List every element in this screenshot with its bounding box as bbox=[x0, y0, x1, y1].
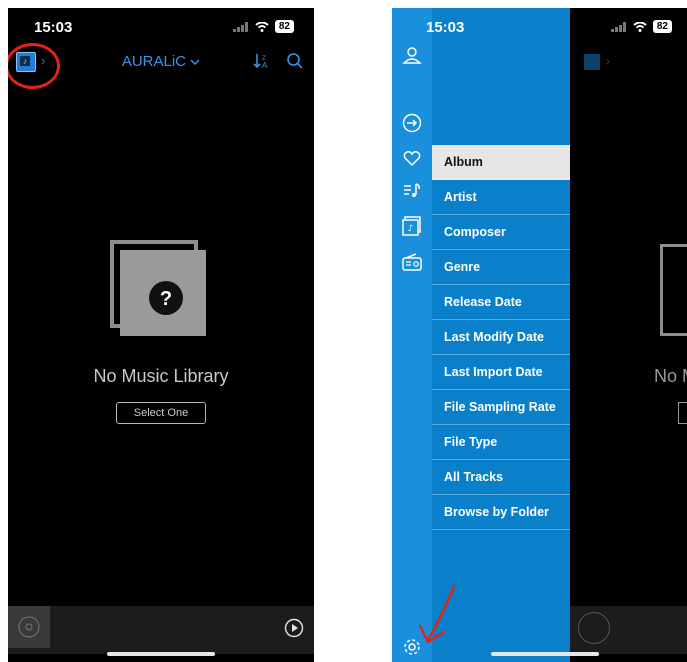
status-icons: 82 bbox=[232, 20, 294, 33]
play-icon[interactable] bbox=[284, 618, 304, 638]
nav-bar: ♪ › AURALiC A Z bbox=[8, 43, 314, 89]
battery-indicator: 82 bbox=[274, 20, 294, 33]
menu-item-browse-by-folder[interactable]: Browse by Folder bbox=[432, 495, 570, 530]
arrow-right-circle-icon[interactable] bbox=[401, 112, 423, 134]
svg-text:♪: ♪ bbox=[408, 224, 414, 234]
select-library-button[interactable]: Select One bbox=[116, 402, 206, 424]
heart-icon[interactable] bbox=[401, 147, 423, 169]
chevron-right-icon: › bbox=[606, 54, 610, 68]
battery-indicator: 82 bbox=[652, 20, 672, 33]
sort-icon[interactable]: A Z bbox=[252, 52, 270, 70]
mini-player bbox=[570, 606, 687, 654]
right-screen: › No M ♪ bbox=[392, 8, 687, 662]
sort-menu: Album Artist Composer Genre Release Date… bbox=[432, 145, 570, 530]
chevron-down-icon bbox=[190, 59, 200, 66]
menu-item-last-modify-date[interactable]: Last Modify Date bbox=[432, 320, 570, 355]
status-icons: 82 bbox=[610, 20, 672, 33]
annotation-arrow bbox=[418, 584, 456, 644]
signal-icon bbox=[610, 21, 626, 32]
left-screen: 15:03 82 ♪ › AURALiC A Z ? No Music Libr… bbox=[8, 8, 314, 662]
playlist-icon[interactable] bbox=[401, 180, 423, 202]
player-artwork bbox=[8, 606, 50, 648]
question-mark-icon: ? bbox=[149, 281, 183, 315]
status-bar: 15:03 82 bbox=[8, 8, 314, 38]
svg-text:?: ? bbox=[160, 288, 172, 310]
menu-item-all-tracks[interactable]: All Tracks bbox=[432, 460, 570, 495]
search-icon[interactable] bbox=[286, 52, 304, 70]
select-library-button bbox=[678, 402, 687, 424]
library-source-button bbox=[584, 54, 600, 70]
menu-item-genre[interactable]: Genre bbox=[432, 250, 570, 285]
menu-item-last-import-date[interactable]: Last Import Date bbox=[432, 355, 570, 390]
menu-item-artist[interactable]: Artist bbox=[432, 180, 570, 215]
mini-player[interactable] bbox=[8, 606, 314, 654]
wifi-icon bbox=[255, 21, 269, 32]
menu-item-album[interactable]: Album bbox=[432, 145, 570, 180]
status-time: 15:03 bbox=[34, 19, 73, 36]
background-screen: › No M bbox=[570, 8, 687, 662]
menu-item-file-type[interactable]: File Type bbox=[432, 425, 570, 460]
svg-text:A: A bbox=[262, 61, 268, 70]
menu-item-release-date[interactable]: Release Date bbox=[432, 285, 570, 320]
disc-icon bbox=[18, 616, 40, 638]
empty-library-art bbox=[660, 244, 687, 336]
empty-state-message: No M bbox=[654, 366, 687, 386]
signal-icon bbox=[232, 21, 248, 32]
home-indicator bbox=[107, 652, 215, 656]
wifi-icon bbox=[633, 21, 647, 32]
profile-icon[interactable] bbox=[401, 44, 423, 66]
empty-state-message: No Music Library bbox=[93, 366, 229, 386]
library-icon[interactable]: ♪ bbox=[401, 215, 423, 237]
svg-text:Z: Z bbox=[262, 56, 266, 62]
home-indicator bbox=[491, 652, 599, 656]
radio-icon[interactable] bbox=[401, 251, 423, 273]
menu-item-composer[interactable]: Composer bbox=[432, 215, 570, 250]
side-rail: ♪ bbox=[392, 8, 432, 662]
menu-item-file-sampling-rate[interactable]: File Sampling Rate bbox=[432, 390, 570, 425]
device-title: AURALiC bbox=[121, 53, 186, 70]
status-time: 15:03 bbox=[426, 19, 465, 36]
